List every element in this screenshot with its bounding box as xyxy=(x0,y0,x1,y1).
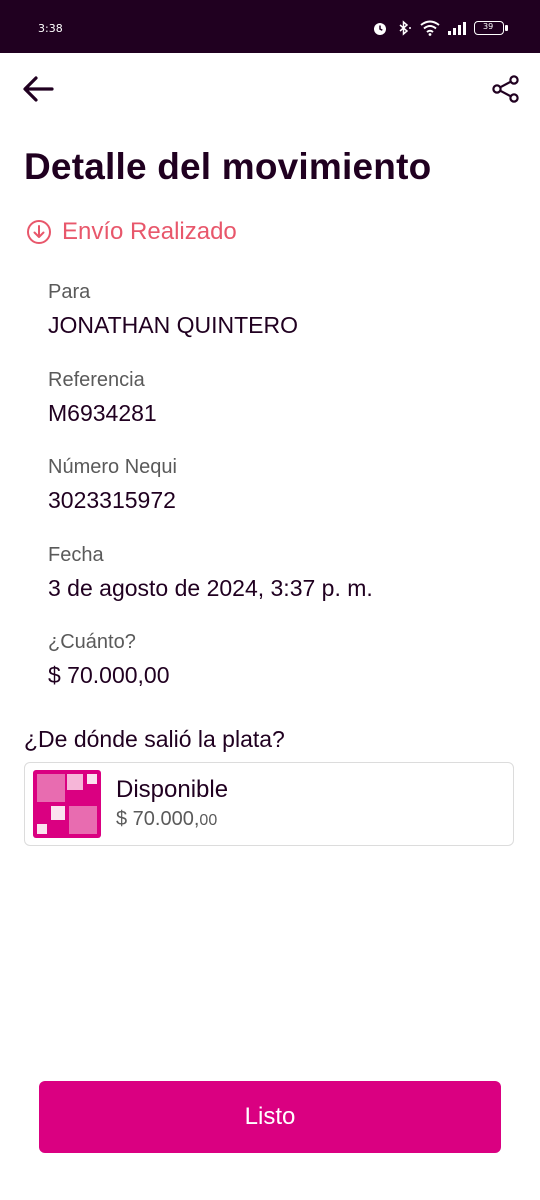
source-amount-cents: 00 xyxy=(199,812,218,829)
battery-icon: 39 xyxy=(474,21,508,35)
status-time: 3:38 xyxy=(38,22,63,35)
top-app-bar xyxy=(0,53,540,123)
field-value: M6934281 xyxy=(48,399,157,426)
signal-icon xyxy=(448,22,466,35)
field-label: ¿Cuánto? xyxy=(48,631,136,653)
field-label: Para xyxy=(48,281,91,303)
field-label: Número Nequi xyxy=(48,456,177,478)
field-value: $ 70.000,00 xyxy=(48,662,170,688)
field-nequi-number: Número Nequi 3023315972 xyxy=(48,455,373,543)
field-value: JONATHAN QUINTERO xyxy=(48,312,299,338)
alarm-icon xyxy=(374,23,386,35)
status-bar: 3:38 39 xyxy=(0,0,540,53)
field-value: 3023315972 xyxy=(48,487,176,513)
field-date: Fecha 3 de agosto de 2024, 3:37 p. m. xyxy=(48,543,373,631)
field-amount: ¿Cuánto? $ 70.000,00 xyxy=(48,630,373,718)
field-label: Fecha xyxy=(48,543,104,566)
battery-level: 39 xyxy=(483,22,494,31)
transaction-details: Para JONATHAN QUINTERO Referencia M69342… xyxy=(48,280,373,718)
source-section-title: ¿De dónde salió la plata? xyxy=(24,726,285,752)
share-button[interactable] xyxy=(486,69,526,109)
source-account-card[interactable]: Disponible $ 70.000,00 xyxy=(24,762,514,846)
source-amount-main: $ 70.000, xyxy=(116,808,200,830)
field-value: 3 de agosto de 2024, 3:37 p. m. xyxy=(48,574,373,601)
wifi-icon xyxy=(420,20,440,36)
source-account-amount: $ 70.000,00 xyxy=(116,808,217,831)
status-icons: 39 xyxy=(372,20,508,36)
share-icon xyxy=(492,75,519,103)
source-account-name: Disponible xyxy=(116,776,229,803)
field-label: Referencia xyxy=(48,368,145,391)
back-button[interactable] xyxy=(18,69,58,109)
arrow-down-circle-icon xyxy=(27,220,51,244)
transaction-status-label: Envío Realizado xyxy=(62,218,237,245)
done-button[interactable]: Listo xyxy=(39,1081,501,1153)
back-arrow-icon xyxy=(23,76,54,102)
bluetooth-icon xyxy=(399,20,411,36)
pocket-icon xyxy=(33,770,101,838)
transaction-status: Envío Realizado xyxy=(26,218,237,246)
field-reference: Referencia M6934281 xyxy=(48,368,373,456)
field-recipient: Para JONATHAN QUINTERO xyxy=(48,280,373,368)
page-title: Detalle del movimiento xyxy=(24,146,432,187)
